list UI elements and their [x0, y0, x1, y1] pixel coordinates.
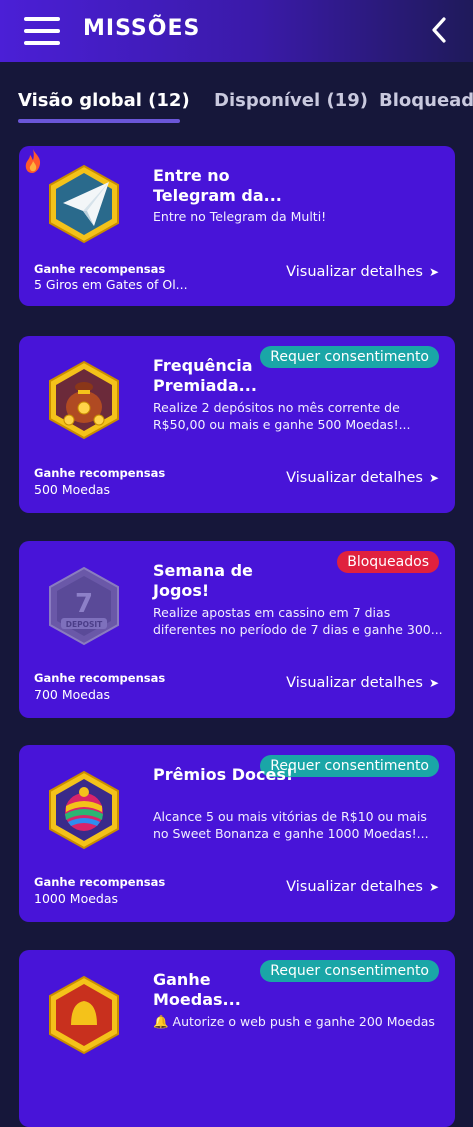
reward-value: 5 Giros em Gates of Ol...: [34, 277, 188, 292]
view-details-label: Visualizar detalhes: [286, 675, 423, 691]
mission-title: Semana de Jogos!: [153, 561, 253, 600]
mission-title: Prêmios Doces!: [153, 765, 294, 784]
mission-description: Realize apostas em cassino em 7 dias dif…: [153, 605, 443, 637]
reward-label: Ganhe recompensas: [34, 671, 166, 685]
mission-description: 🔔 Autorize o web push e ganhe 200 Moedas: [153, 1014, 435, 1029]
mission-card[interactable]: Requer consentimento Frequência Premiada…: [19, 336, 455, 513]
arrow-right-icon: ➤: [428, 265, 439, 279]
fire-icon: [25, 149, 41, 173]
reward-value: 700 Moedas: [34, 687, 111, 702]
reward-value: 1000 Moedas: [34, 891, 119, 906]
menu-icon[interactable]: [24, 17, 60, 45]
mission-card[interactable]: Requer consentimento Ganhe Moedas... 🔔 A…: [19, 950, 455, 1127]
deposit-icon-text: DEPOSIT: [66, 620, 103, 629]
view-details-link[interactable]: Visualizar detalhes ➤: [286, 264, 439, 280]
arrow-right-icon: ➤: [428, 676, 439, 690]
coin-bag-icon: [47, 360, 121, 440]
reward-label: Ganhe recompensas: [34, 466, 166, 480]
bell-icon: [47, 975, 121, 1055]
tab-locked[interactable]: Bloqueados: [379, 90, 473, 111]
svg-text:7: 7: [75, 589, 93, 619]
mission-description: Alcance 5 ou mais vitórias de R$10 ou ma…: [153, 809, 429, 841]
view-details-link[interactable]: Visualizar detalhes ➤: [286, 675, 439, 691]
view-details-label: Visualizar detalhes: [286, 470, 423, 486]
mission-description: Entre no Telegram da Multi!: [153, 209, 327, 224]
arrow-right-icon: ➤: [428, 880, 439, 894]
tab-available[interactable]: Disponível (19): [214, 90, 368, 111]
reward-value: 500 Moedas: [34, 482, 111, 497]
mission-card[interactable]: Requer consentimento Prêmios Doces! Alca…: [19, 745, 455, 922]
view-details-link[interactable]: Visualizar detalhes ➤: [286, 879, 439, 895]
telegram-icon: [47, 164, 121, 244]
arrow-right-icon: ➤: [428, 471, 439, 485]
candy-icon: [47, 770, 121, 850]
mission-title: Ganhe Moedas...: [153, 970, 241, 1009]
mission-title: Entre no Telegram da...: [153, 166, 282, 205]
mission-description: Realize 2 depósitos no mês corrente de R…: [153, 400, 411, 432]
page-title: MISSÕES: [83, 16, 201, 41]
locked-badge: Bloqueados: [337, 551, 439, 573]
view-details-label: Visualizar detalhes: [286, 264, 423, 280]
mission-card[interactable]: Entre no Telegram da... Entre no Telegra…: [19, 146, 455, 306]
view-details-link[interactable]: Visualizar detalhes ➤: [286, 470, 439, 486]
app-header: MISSÕES: [0, 0, 473, 62]
reward-label: Ganhe recompensas: [34, 875, 166, 889]
tab-bar: Visão global (12) Disponível (19) Bloque…: [0, 62, 473, 132]
mission-card[interactable]: Bloqueados 7 DEPOSIT Semana de Jogos! Re…: [19, 541, 455, 718]
view-details-label: Visualizar detalhes: [286, 879, 423, 895]
back-chevron-icon[interactable]: [431, 16, 447, 44]
deposit-badge-icon: 7 DEPOSIT: [47, 566, 121, 646]
tab-overview[interactable]: Visão global (12): [18, 90, 190, 111]
active-tab-indicator: [18, 119, 180, 123]
reward-label: Ganhe recompensas: [34, 262, 166, 276]
mission-title: Frequência Premiada...: [153, 356, 257, 395]
